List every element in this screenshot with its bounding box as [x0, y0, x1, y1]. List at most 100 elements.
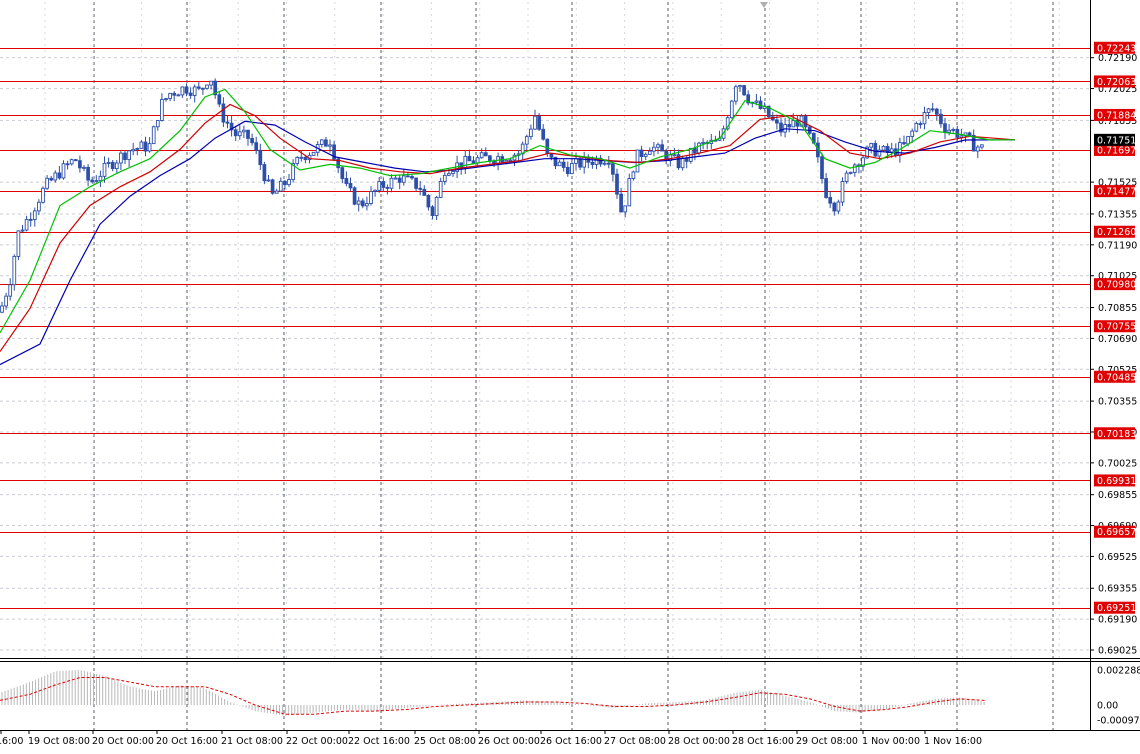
candle-body-bull[interactable]: [442, 174, 447, 182]
candle-body-bull[interactable]: [524, 136, 529, 145]
candle-body-bear[interactable]: [217, 94, 222, 105]
candle-body-bull[interactable]: [8, 284, 13, 297]
candle-body-bull[interactable]: [852, 164, 857, 173]
candle-body-bull[interactable]: [274, 190, 279, 194]
candle-body-bear[interactable]: [414, 177, 418, 189]
candle-body-bear[interactable]: [467, 155, 472, 162]
candle-body-bull[interactable]: [627, 178, 632, 207]
candle-body-bull[interactable]: [980, 144, 984, 148]
candle-body-bull[interactable]: [295, 156, 300, 165]
candle-body-bull[interactable]: [319, 139, 324, 145]
candle-body-bear[interactable]: [639, 149, 644, 158]
candle-body-bear[interactable]: [123, 152, 127, 161]
candle-body-bull[interactable]: [951, 128, 956, 131]
candle-body-bull[interactable]: [947, 129, 951, 133]
candle-body-bull[interactable]: [373, 189, 377, 192]
candle-body-bear[interactable]: [787, 124, 792, 128]
candle-body-bear[interactable]: [172, 92, 177, 96]
candle-body-bull[interactable]: [906, 136, 910, 145]
candle-body-bull[interactable]: [869, 142, 874, 148]
candle-body-bull[interactable]: [647, 150, 652, 155]
candle-body-bear[interactable]: [939, 113, 943, 125]
candle-body-bear[interactable]: [410, 175, 414, 179]
candle-body-bull[interactable]: [729, 100, 734, 119]
candle-body-bull[interactable]: [656, 144, 660, 148]
candle-body-bull[interactable]: [447, 173, 451, 176]
candle-body-bull[interactable]: [438, 181, 443, 198]
candle-body-bull[interactable]: [922, 112, 927, 125]
candle-body-bear[interactable]: [943, 123, 947, 133]
candle-body-bull[interactable]: [734, 86, 738, 102]
candle-body-bull[interactable]: [94, 180, 99, 183]
candle-body-bear[interactable]: [615, 173, 619, 195]
candle-body-bull[interactable]: [377, 181, 382, 191]
candle-body-bull[interactable]: [0, 305, 4, 313]
candle-body-bear[interactable]: [611, 163, 615, 175]
candle-body-bear[interactable]: [426, 194, 431, 208]
candle-body-bull[interactable]: [393, 177, 398, 180]
candle-body-bull[interactable]: [680, 157, 685, 169]
candle-body-bear[interactable]: [590, 161, 595, 165]
candle-body-bull[interactable]: [98, 175, 103, 182]
candle-body-bull[interactable]: [652, 146, 656, 152]
candle-body-bull[interactable]: [69, 159, 74, 165]
candle-body-bear[interactable]: [832, 202, 837, 212]
candle-body-bull[interactable]: [840, 181, 845, 203]
candle-body-bull[interactable]: [82, 166, 86, 169]
candle-body-bear[interactable]: [65, 163, 70, 166]
candle-body-bull[interactable]: [356, 200, 361, 205]
candle-body-bull[interactable]: [41, 187, 45, 203]
candle-body-bear[interactable]: [86, 166, 90, 181]
candle-body-bull[interactable]: [754, 100, 759, 103]
candle-body-bear[interactable]: [488, 155, 492, 162]
candle-body-bull[interactable]: [844, 172, 849, 183]
candle-body-bear[interactable]: [820, 156, 824, 180]
candle-body-bear[interactable]: [549, 152, 554, 158]
candle-body-bull[interactable]: [16, 230, 21, 257]
candle-body-bull[interactable]: [20, 229, 25, 232]
candle-body-bull[interactable]: [582, 156, 587, 168]
candle-body-bear[interactable]: [803, 115, 808, 128]
candle-body-bear[interactable]: [422, 188, 427, 196]
candle-body-bull[interactable]: [369, 190, 373, 204]
candle-body-bear[interactable]: [262, 164, 267, 182]
candle-body-bear[interactable]: [930, 108, 935, 111]
candle-body-bull[interactable]: [623, 205, 628, 213]
candle-body-bear[interactable]: [225, 121, 230, 124]
candle-body-bear[interactable]: [873, 142, 878, 157]
candle-body-bull[interactable]: [975, 146, 980, 152]
candle-body-bear[interactable]: [565, 166, 570, 175]
candle-body-bull[interactable]: [53, 172, 58, 181]
candle-body-bull[interactable]: [119, 152, 123, 164]
candle-body-bear[interactable]: [258, 149, 263, 166]
candle-body-bull[interactable]: [434, 196, 439, 217]
candle-body-bear[interactable]: [385, 186, 390, 189]
candle-body-bull[interactable]: [311, 151, 316, 156]
candle-body-bull[interactable]: [389, 177, 394, 189]
candle-body-bull[interactable]: [701, 141, 705, 144]
candle-body-bull[interactable]: [266, 179, 271, 182]
candle-body-bear[interactable]: [934, 108, 939, 115]
candle-body-bull[interactable]: [463, 155, 468, 169]
candle-body-bull[interactable]: [127, 150, 131, 161]
candle-body-bull[interactable]: [24, 218, 29, 231]
candle-body-bear[interactable]: [967, 132, 972, 136]
candle-body-bull[interactable]: [176, 94, 181, 97]
candle-body-bull[interactable]: [147, 143, 152, 152]
candle-body-bull[interactable]: [164, 98, 168, 101]
candle-body-bull[interactable]: [205, 84, 209, 89]
candle-body-bull[interactable]: [914, 123, 919, 132]
candle-body-bear[interactable]: [693, 147, 697, 154]
candle-body-bear[interactable]: [471, 160, 476, 164]
candle-body-bear[interactable]: [483, 152, 488, 157]
candle-body-bear[interactable]: [143, 141, 148, 152]
candle-body-bull[interactable]: [155, 120, 160, 128]
candle-body-bull[interactable]: [180, 86, 185, 96]
candle-body-bull[interactable]: [328, 144, 332, 147]
candle-body-bull[interactable]: [557, 161, 562, 167]
candle-body-bull[interactable]: [697, 142, 701, 154]
candle-body-bull[interactable]: [631, 171, 636, 179]
candle-body-bull[interactable]: [37, 201, 41, 212]
candle-body-bull[interactable]: [643, 153, 648, 158]
candle-body-bear[interactable]: [270, 179, 275, 194]
